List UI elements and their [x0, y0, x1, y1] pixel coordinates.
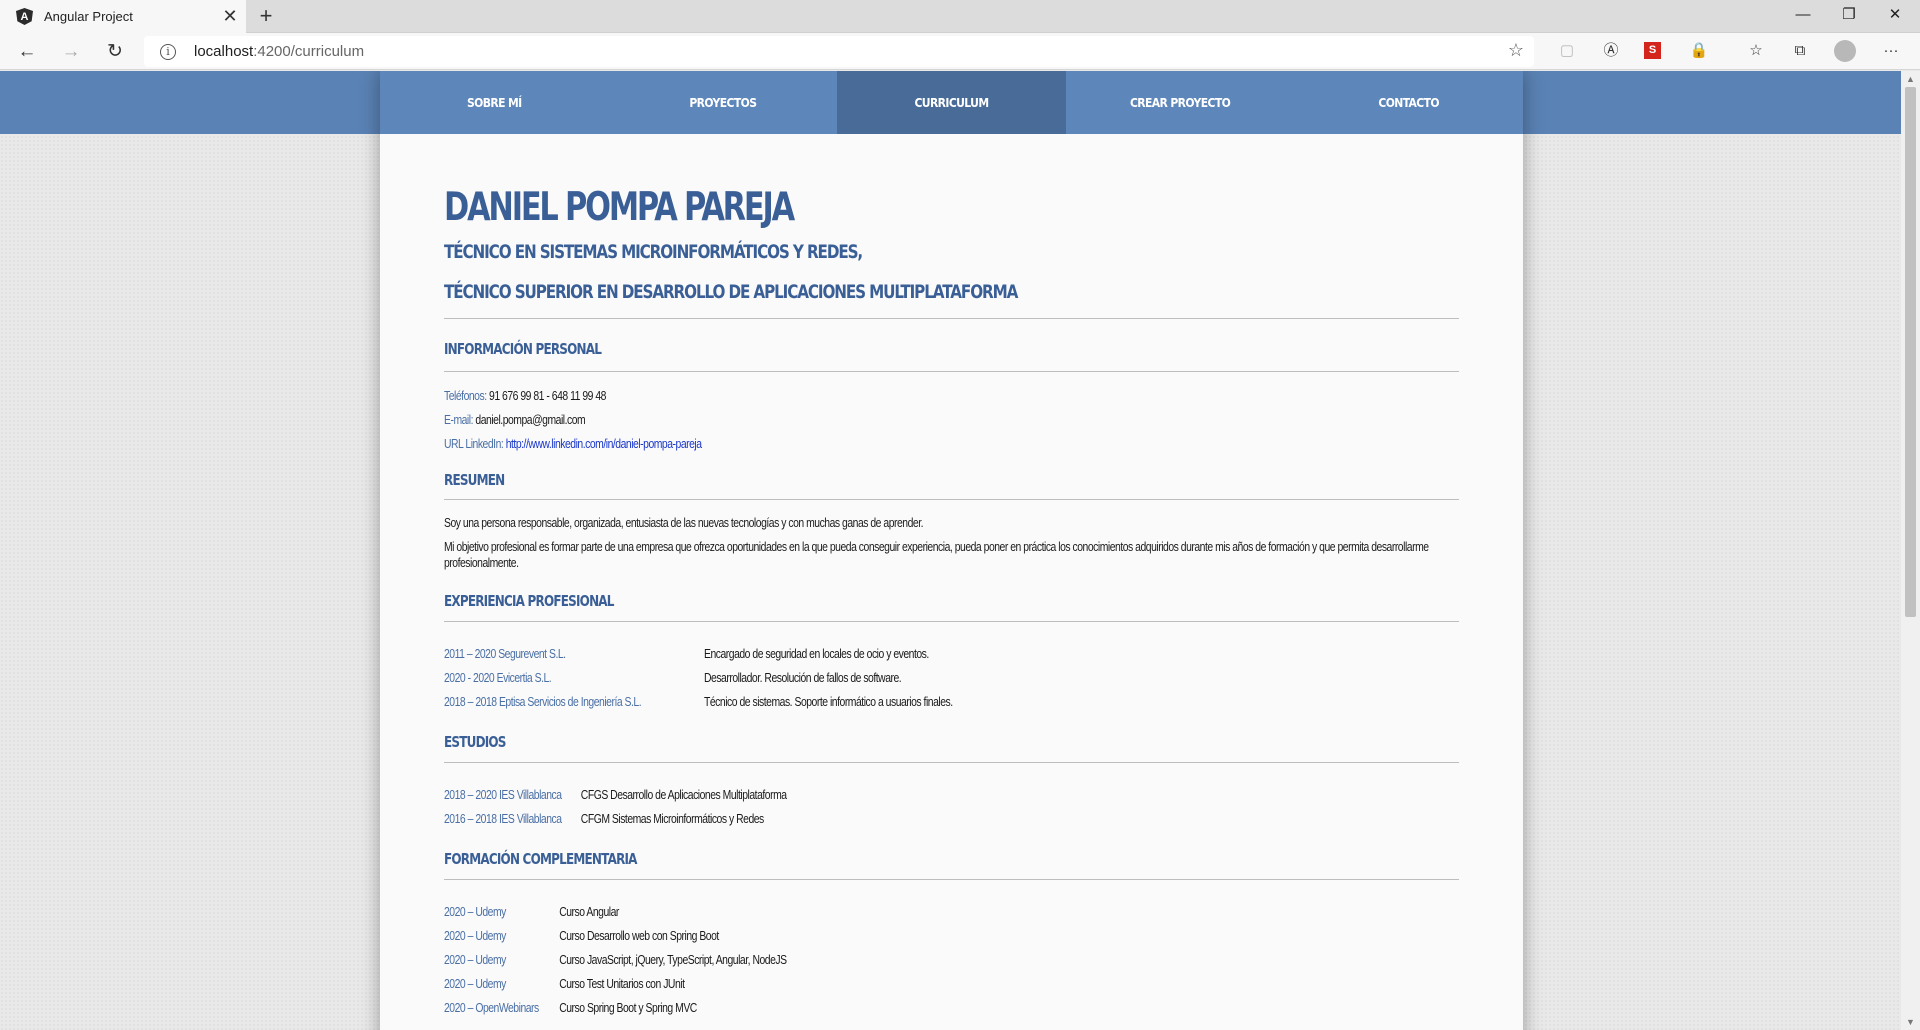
close-tab-icon[interactable]: ✕ — [218, 6, 242, 27]
site-info-icon[interactable]: i — [160, 43, 176, 60]
section-title-personal: INFORMACIÓN PERSONAL — [444, 340, 602, 358]
experience-row: 2011 – 2020 Segurevent S.L. Encargado de… — [444, 642, 1256, 666]
lock-extension-icon[interactable]: 🔒 — [1688, 40, 1710, 62]
browser-tab[interactable]: A Angular Project ✕ — [0, 0, 246, 33]
divider — [444, 762, 1459, 763]
training-description: Curso Angular — [559, 904, 619, 919]
studies-description: CFGM Sistemas Microinformáticos y Redes — [580, 811, 764, 826]
training-description: Curso Test Unitarios con JUnit — [559, 976, 685, 991]
training-description: Curso Spring Boot y Spring MVC — [559, 1000, 697, 1015]
menu-item-contacto[interactable]: CONTACTO — [1294, 71, 1523, 134]
linkedin-link[interactable]: http://www.linkedin.com/in/daniel-pompa-… — [506, 436, 702, 451]
experience-description: Técnico de sistemas. Soporte informático… — [704, 694, 953, 709]
training-row: 2020 – Udemy Curso Desarrollo web con Sp… — [444, 924, 1256, 948]
subtitle-2: TÉCNICO SUPERIOR EN DESARROLLO DE APLICA… — [444, 281, 1018, 303]
email-line: E-mail: daniel.pompa@gmail.com — [444, 408, 1256, 432]
scroll-up-icon[interactable]: ▲ — [1901, 71, 1920, 87]
vertical-scrollbar[interactable]: ▲ ▼ — [1901, 71, 1920, 1030]
training-period: 2020 – Udemy — [444, 904, 506, 919]
training-period: 2020 – OpenWebinars — [444, 1000, 539, 1015]
summary-paragraph-2: Mi objetivo profesional es formar parte … — [444, 539, 1429, 570]
window-close-icon[interactable]: ✕ — [1872, 0, 1918, 33]
new-tab-icon[interactable]: + — [252, 3, 280, 31]
email-label: E-mail: — [444, 412, 473, 427]
section-title-summary: RESUMEN — [444, 471, 505, 489]
address-bar[interactable]: i localhost:4200/curriculum ☆ — [144, 36, 1534, 67]
phone-label: Teléfonos: — [444, 388, 487, 403]
experience-row: 2018 – 2018 Eptisa Servicios de Ingenier… — [444, 690, 1256, 714]
training-row: 2020 – Udemy Curso JavaScript, jQuery, T… — [444, 948, 1256, 972]
section-title-studies: ESTUDIOS — [444, 733, 506, 751]
curriculum-content: DANIEL POMPA PAREJA TÉCNICO EN SISTEMAS … — [380, 134, 1523, 1020]
divider — [444, 499, 1459, 500]
main-menu: SOBRE MÍ PROYECTOS CURRICULUM CREAR PROY… — [380, 71, 1523, 134]
menu-item-sobre-mi[interactable]: SOBRE MÍ — [380, 71, 609, 134]
subtitle-1: TÉCNICO EN SISTEMAS MICROINFORMÁTICOS Y … — [444, 241, 863, 263]
back-icon[interactable]: ← — [12, 37, 42, 67]
favorites-icon[interactable]: ☆ — [1745, 40, 1767, 62]
experience-description: Desarrollador. Resolución de fallos de s… — [704, 670, 902, 685]
training-description: Curso JavaScript, jQuery, TypeScript, An… — [559, 952, 787, 967]
studies-row: 2016 – 2018 IES Villablanca CFGM Sistema… — [444, 807, 1256, 831]
summary-paragraph-1: Soy una persona responsable, organizada,… — [444, 515, 924, 530]
studies-period: 2018 – 2020 IES Villablanca — [444, 787, 562, 802]
collections-icon[interactable]: ⧉ — [1789, 40, 1811, 62]
angular-icon: A — [16, 8, 33, 25]
training-period: 2020 – Udemy — [444, 928, 506, 943]
experience-row: 2020 - 2020 Evicertia S.L. Desarrollador… — [444, 666, 1256, 690]
divider — [444, 879, 1459, 880]
menu-item-crear-proyecto[interactable]: CREAR PROYECTO — [1066, 71, 1295, 134]
divider — [444, 318, 1459, 319]
linkedin-line: URL LinkedIn: http://www.linkedin.com/in… — [444, 432, 1256, 456]
page-viewport: SOBRE MÍ PROYECTOS CURRICULUM CREAR PROY… — [0, 71, 1901, 1030]
linkedin-label: URL LinkedIn: — [444, 436, 504, 451]
page-container: SOBRE MÍ PROYECTOS CURRICULUM CREAR PROY… — [380, 71, 1523, 1030]
restore-icon[interactable]: ❐ — [1826, 0, 1872, 33]
reload-icon[interactable]: ↻ — [100, 37, 130, 67]
divider — [444, 371, 1459, 372]
section-title-experience: EXPERIENCIA PROFESIONAL — [444, 592, 614, 610]
browser-toolbar: ← → ↻ i localhost:4200/curriculum ☆ ▢ Ⓐ … — [0, 33, 1920, 70]
menu-item-curriculum[interactable]: CURRICULUM — [837, 71, 1066, 134]
email-value: daniel.pompa@gmail.com — [475, 412, 586, 427]
training-row: 2020 – OpenWebinars Curso Spring Boot y … — [444, 996, 1256, 1020]
minimize-icon[interactable]: — — [1780, 0, 1826, 33]
training-description: Curso Desarrollo web con Spring Boot — [559, 928, 719, 943]
extension-placeholder-icon[interactable]: ▢ — [1556, 40, 1578, 62]
scroll-down-icon[interactable]: ▼ — [1901, 1014, 1920, 1030]
red-extension-icon[interactable]: S — [1644, 42, 1661, 59]
reader-extension-icon[interactable]: Ⓐ — [1600, 40, 1622, 62]
experience-period: 2020 - 2020 Evicertia S.L. — [444, 670, 552, 685]
divider — [444, 621, 1459, 622]
phone-value: 91 676 99 81 - 648 11 99 48 — [489, 388, 606, 403]
studies-period: 2016 – 2018 IES Villablanca — [444, 811, 562, 826]
url-text[interactable]: localhost:4200/curriculum — [194, 43, 364, 60]
profile-avatar-icon[interactable] — [1834, 40, 1856, 62]
more-options-icon[interactable]: ··· — [1880, 40, 1902, 62]
phone-line: Teléfonos: 91 676 99 81 - 648 11 99 48 — [444, 384, 1256, 408]
experience-period: 2011 – 2020 Segurevent S.L. — [444, 646, 566, 661]
training-period: 2020 – Udemy — [444, 976, 506, 991]
training-row: 2020 – Udemy Curso Test Unitarios con JU… — [444, 972, 1256, 996]
scroll-thumb[interactable] — [1905, 87, 1916, 617]
menu-item-proyectos[interactable]: PROYECTOS — [609, 71, 838, 134]
studies-description: CFGS Desarrollo de Aplicaciones Multipla… — [580, 787, 787, 802]
training-row: 2020 – Udemy Curso Angular — [444, 900, 1256, 924]
experience-period: 2018 – 2018 Eptisa Servicios de Ingenier… — [444, 694, 642, 709]
browser-tab-strip: A Angular Project ✕ + — ❐ ✕ — [0, 0, 1920, 33]
training-period: 2020 – Udemy — [444, 952, 506, 967]
favorite-star-icon[interactable]: ☆ — [1508, 40, 1524, 61]
forward-icon[interactable]: → — [56, 37, 86, 67]
experience-description: Encargado de seguridad en locales de oci… — [704, 646, 929, 661]
section-title-training: FORMACIÓN COMPLEMENTARIA — [444, 850, 637, 868]
tab-title: Angular Project — [44, 9, 133, 24]
studies-row: 2018 – 2020 IES Villablanca CFGS Desarro… — [444, 783, 1256, 807]
person-name: DANIEL POMPA PAREJA — [444, 185, 795, 230]
